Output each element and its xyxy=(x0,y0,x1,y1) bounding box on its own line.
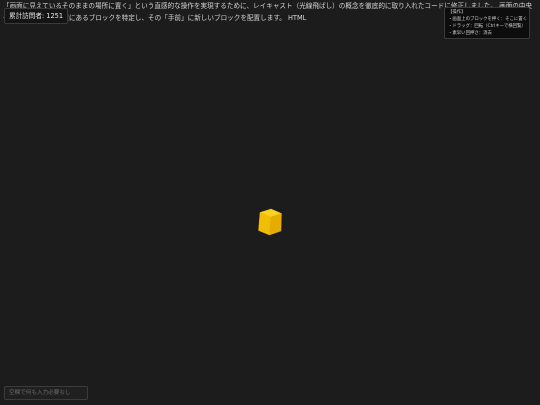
visit-counter-label: 累計訪問者 xyxy=(9,12,42,20)
help-item-rotate: ・ドラッグ：回転（Ctrlキーで横回覧） xyxy=(448,24,526,29)
help-title: 【操作】 xyxy=(448,10,466,15)
visit-counter-value: 1251 xyxy=(46,12,64,20)
help-panel: 【操作】 ・画面上のブロックを押く：そこに置く ・ドラッグ：回転（Ctrlキーで… xyxy=(444,7,530,39)
voxel-block[interactable] xyxy=(258,208,283,236)
block-right-face xyxy=(269,213,282,236)
help-item-delete: ・素早い回押さ：消去 xyxy=(448,31,492,36)
visit-counter: 累計訪問者: 1251 xyxy=(4,8,69,24)
help-item-place: ・画面上のブロックを押く：そこに置く xyxy=(448,17,526,22)
chat-input[interactable] xyxy=(4,386,88,400)
voxel-scene[interactable] xyxy=(0,0,540,405)
game-canvas[interactable]: 「画面に見えているそのままの場所に置く」という直感的な操作を実現するために、レイ… xyxy=(0,0,540,405)
